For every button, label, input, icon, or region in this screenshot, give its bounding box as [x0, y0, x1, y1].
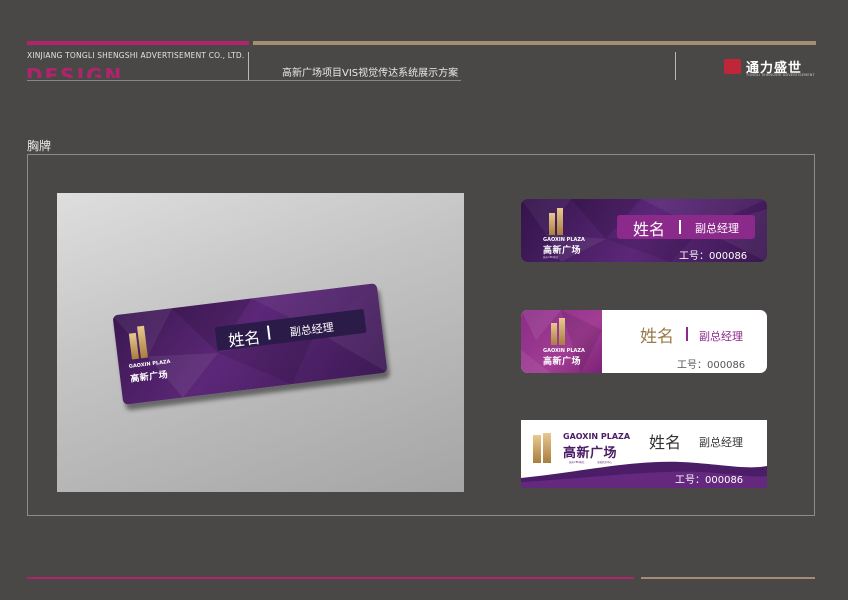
separator [686, 327, 688, 341]
brand-subtitle: TONGLI SHENGSHI ADVERTISEMENT [746, 73, 815, 77]
logo-cn: 高新广场 [563, 446, 618, 461]
name-text: 姓名 [227, 327, 262, 351]
name-panel: 姓名 副总经理 [214, 308, 367, 351]
building-logo-icon [551, 318, 565, 345]
logo-tagline: 城市CBD典范 [543, 256, 559, 259]
logo-tagline-2: 金融商务中心 [597, 461, 613, 464]
company-name: XINJIANG TONGLI SHENGSHI ADVERTISEMENT C… [27, 51, 245, 60]
badge-variant-2: GAOXIN PLAZA 高新广场 姓名 副总经理 工号：000086 [521, 310, 767, 373]
badge-variant-3: GAOXIN PLAZA 高新广场 城市CBD典范 金融商务中心 姓名 副总经理… [521, 420, 767, 488]
name-text: 姓名 [649, 433, 682, 452]
header-accent-bar-pink [27, 41, 249, 45]
position-text: 副总经理 [699, 330, 743, 343]
logo-cn: 高新广场 [543, 357, 582, 367]
header-divider [248, 52, 249, 80]
position-text: 副总经理 [699, 436, 743, 449]
header-underline [27, 80, 461, 81]
building-logo-icon [549, 208, 563, 235]
logo-cn: 高新广场 [129, 370, 169, 385]
position-text: 副总经理 [695, 222, 739, 235]
badge-logo-panel: GAOXIN PLAZA 高新广场 [521, 310, 602, 373]
logo-tagline: 城市CBD典范 [569, 461, 585, 464]
section-title: 胸牌 [27, 139, 52, 153]
header-accent-bar-tan [253, 41, 816, 45]
separator [679, 220, 681, 234]
building-logo-icon [128, 325, 148, 360]
design-wordmark: DESIGN [26, 64, 124, 78]
id-number: 工号：000086 [679, 251, 748, 262]
id-number: 工号：000086 [675, 475, 744, 486]
brand-seal-icon [724, 59, 741, 74]
project-title: 高新广场项目VIS视觉传达系统展示方案 [282, 68, 459, 79]
footer-accent-bar-tan [641, 577, 815, 579]
footer-accent-bar-pink [27, 577, 634, 579]
header-divider [675, 52, 676, 80]
name-text: 姓名 [633, 220, 666, 239]
position-text: 副总经理 [289, 320, 335, 340]
logo-en: GAOXIN PLAZA [563, 432, 631, 441]
building-logo-icon [533, 433, 551, 463]
badge-3d: GAOXIN PLAZA 高新广场 姓名 副总经理 [112, 283, 388, 405]
badge-photo-mockup: GAOXIN PLAZA 高新广场 姓名 副总经理 [57, 193, 464, 492]
id-number: 工号：000086 [677, 360, 746, 371]
name-text: 姓名 [640, 327, 674, 347]
separator [266, 325, 271, 340]
name-panel: 姓名 副总经理 [617, 215, 755, 239]
badge-variant-1: GAOXIN PLAZA 高新广场 城市CBD典范 姓名 副总经理 工号：000… [521, 199, 767, 262]
